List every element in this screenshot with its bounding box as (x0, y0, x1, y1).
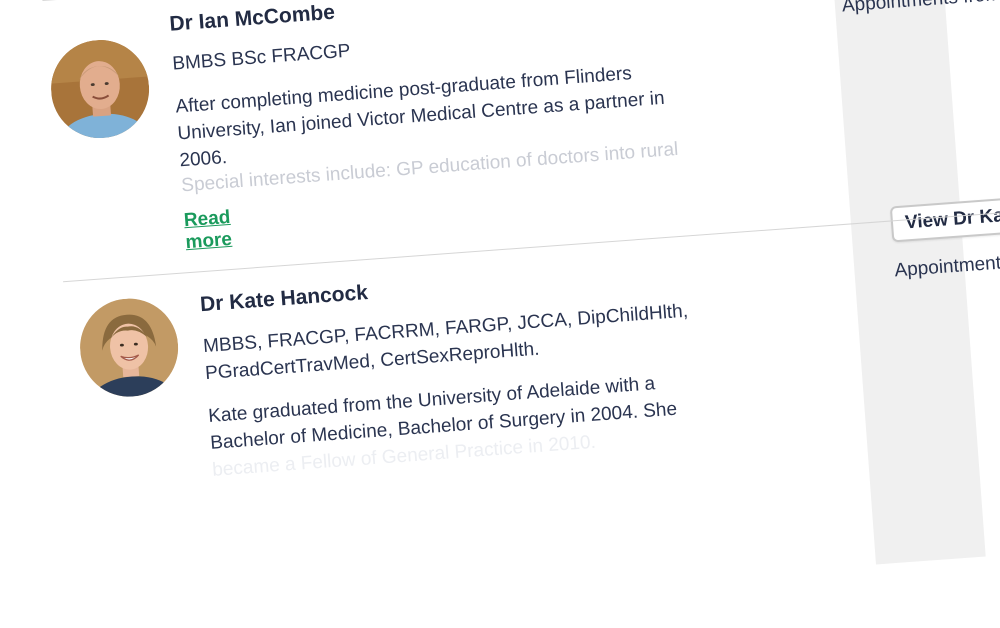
doctor-name: Dr Kate Hancock (199, 281, 369, 317)
doctor-listing: Dr Ian McCombe BMBS BSc FRACGP After com… (0, 0, 1000, 565)
side-column (823, 0, 986, 565)
avatar-ian (47, 36, 153, 142)
avatar-kate (76, 295, 182, 401)
doctor-name: Dr Ian McCombe (168, 0, 336, 36)
top-divider (42, 0, 831, 2)
read-more-link[interactable]: Read more (183, 207, 233, 254)
